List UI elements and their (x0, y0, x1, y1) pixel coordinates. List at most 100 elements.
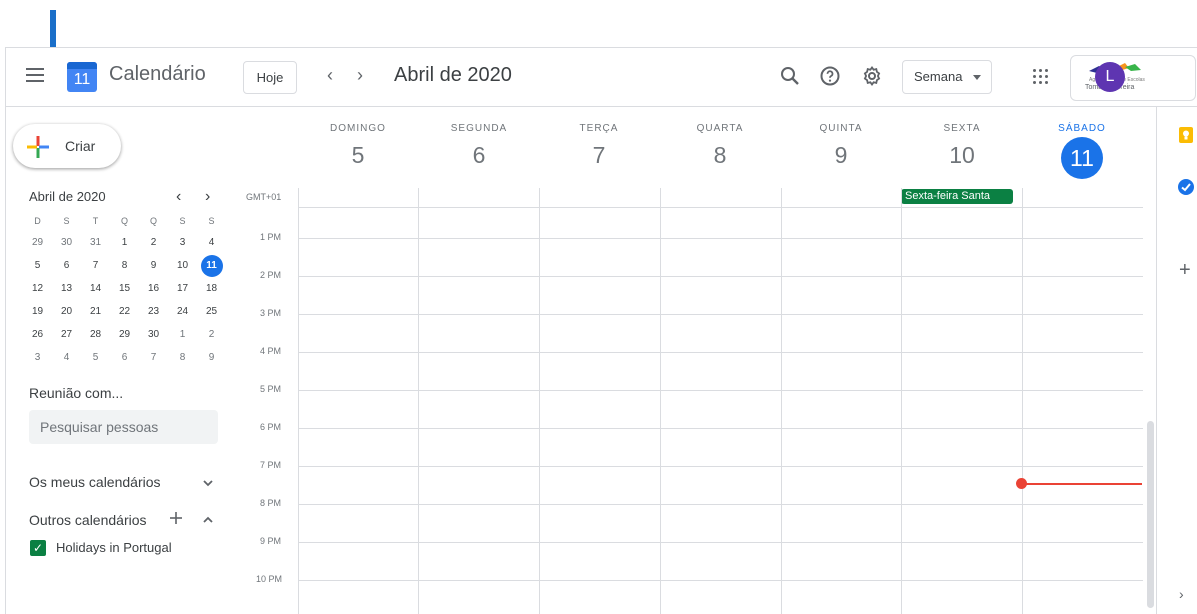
calendar-app: 11 Calendário Hoje ‹ › Abril de 2020 Sem… (5, 47, 1197, 614)
mini-day[interactable]: 2 (139, 231, 168, 254)
add-calendar-icon[interactable] (169, 511, 183, 525)
mini-day[interactable]: 1 (168, 323, 197, 346)
day-header-sunday[interactable]: DOMINGO 5 (298, 123, 418, 169)
mini-day[interactable]: 8 (168, 346, 197, 369)
mini-day[interactable]: 4 (197, 231, 226, 254)
day-number-today: 11 (1061, 137, 1103, 179)
mini-weekday: Q (149, 216, 157, 226)
avatar[interactable]: L (1095, 62, 1125, 92)
mini-day[interactable]: 16 (139, 277, 168, 300)
time-label: 2 PM (260, 270, 282, 280)
hour-line (298, 428, 1143, 429)
mini-prev-month-button[interactable]: ‹ (176, 188, 181, 206)
week-grid[interactable] (298, 188, 1143, 614)
mini-day[interactable]: 20 (52, 300, 81, 323)
mini-day[interactable]: 10 (168, 254, 197, 277)
create-button[interactable]: Criar (13, 124, 121, 168)
keep-icon[interactable] (1177, 126, 1195, 144)
account-switcher[interactable]: Agrupamento de Escolas Tomás Cabreira (1070, 55, 1196, 101)
view-selector[interactable]: Semana (902, 60, 992, 94)
mini-weekday: S (208, 216, 215, 226)
grid-column-line (901, 188, 902, 614)
mini-day[interactable]: 7 (81, 254, 110, 277)
mini-day[interactable]: 6 (110, 346, 139, 369)
mini-day[interactable]: 5 (81, 346, 110, 369)
mini-day[interactable]: 2 (197, 323, 226, 346)
search-icon[interactable] (778, 64, 802, 88)
mini-day[interactable]: 14 (81, 277, 110, 300)
prev-week-button[interactable]: ‹ (320, 65, 340, 85)
mini-day[interactable]: 24 (168, 300, 197, 323)
day-name: QUINTA (819, 123, 863, 134)
tasks-icon[interactable] (1177, 178, 1195, 196)
search-people-input[interactable]: Pesquisar pessoas (29, 410, 218, 444)
current-time-line (1022, 483, 1142, 485)
hour-line (298, 276, 1143, 277)
mini-day[interactable]: 28 (81, 323, 110, 346)
mini-day[interactable]: 9 (197, 346, 226, 369)
grid-column-line (1022, 188, 1023, 614)
mini-day[interactable]: 29 (23, 231, 52, 254)
day-header-wednesday[interactable]: QUARTA 8 (660, 123, 780, 169)
calendar-logo-icon: 11 (67, 62, 97, 92)
mini-day[interactable]: 5 (23, 254, 52, 277)
day-header-tuesday[interactable]: TERÇA 7 (539, 123, 659, 169)
mini-day[interactable]: 17 (168, 277, 197, 300)
my-calendars-title[interactable]: Os meus calendários (29, 474, 161, 490)
hour-line (298, 314, 1143, 315)
mini-day[interactable]: 3 (23, 346, 52, 369)
mini-day[interactable]: 18 (197, 277, 226, 300)
mini-day[interactable]: 26 (23, 323, 52, 346)
time-label: 1 PM (260, 232, 282, 242)
mini-day[interactable]: 25 (197, 300, 226, 323)
mini-day-today[interactable]: 11 (197, 254, 226, 277)
mini-day[interactable]: 21 (81, 300, 110, 323)
mini-day[interactable]: 6 (52, 254, 81, 277)
caret-down-icon (973, 75, 981, 80)
mini-day[interactable]: 12 (23, 277, 52, 300)
google-apps-icon[interactable] (1032, 68, 1048, 84)
time-label: 10 PM (256, 574, 283, 584)
mini-next-month-button[interactable]: › (205, 188, 210, 206)
mini-weekday: S (179, 216, 186, 226)
mini-day[interactable]: 4 (52, 346, 81, 369)
day-header-thursday[interactable]: QUINTA 9 (781, 123, 901, 169)
mini-day[interactable]: 7 (139, 346, 168, 369)
mini-weekday: T (92, 216, 99, 226)
next-week-button[interactable]: › (350, 65, 370, 85)
mini-day[interactable]: 30 (139, 323, 168, 346)
mini-weekday: S (63, 216, 70, 226)
time-label: 4 PM (260, 346, 282, 356)
mini-day[interactable]: 22 (110, 300, 139, 323)
mini-day[interactable]: 29 (110, 323, 139, 346)
day-name: SEXTA (943, 123, 981, 134)
chevron-up-icon[interactable] (202, 514, 214, 526)
day-header-friday[interactable]: SEXTA 10 (902, 123, 1022, 169)
mini-day[interactable]: 3 (168, 231, 197, 254)
day-header-monday[interactable]: SEGUNDA 6 (419, 123, 539, 169)
mini-day[interactable]: 23 (139, 300, 168, 323)
mini-day[interactable]: 8 (110, 254, 139, 277)
holidays-checkbox[interactable]: ✓ (30, 540, 46, 556)
mini-day[interactable]: 1 (110, 231, 139, 254)
mini-day[interactable]: 13 (52, 277, 81, 300)
create-label: Criar (65, 138, 96, 154)
mini-day[interactable]: 31 (81, 231, 110, 254)
add-addon-icon[interactable]: + (1179, 259, 1191, 282)
mini-day[interactable]: 15 (110, 277, 139, 300)
day-header-saturday-today[interactable]: SÁBADO 11 (1022, 123, 1142, 179)
plus-icon (27, 136, 49, 158)
mini-day[interactable]: 9 (139, 254, 168, 277)
help-icon[interactable] (818, 64, 842, 88)
settings-gear-icon[interactable] (860, 64, 884, 88)
chevron-down-icon[interactable] (202, 477, 214, 489)
mini-day[interactable]: 27 (52, 323, 81, 346)
today-button[interactable]: Hoje (243, 61, 297, 94)
mini-day[interactable]: 30 (52, 231, 81, 254)
grid-scrollbar[interactable] (1147, 421, 1154, 608)
main-menu-icon[interactable] (26, 68, 44, 82)
time-label: 3 PM (260, 308, 282, 318)
meet-with-title: Reunião com... (29, 385, 124, 401)
mini-day[interactable]: 19 (23, 300, 52, 323)
expand-panel-icon[interactable]: › (1179, 586, 1184, 602)
